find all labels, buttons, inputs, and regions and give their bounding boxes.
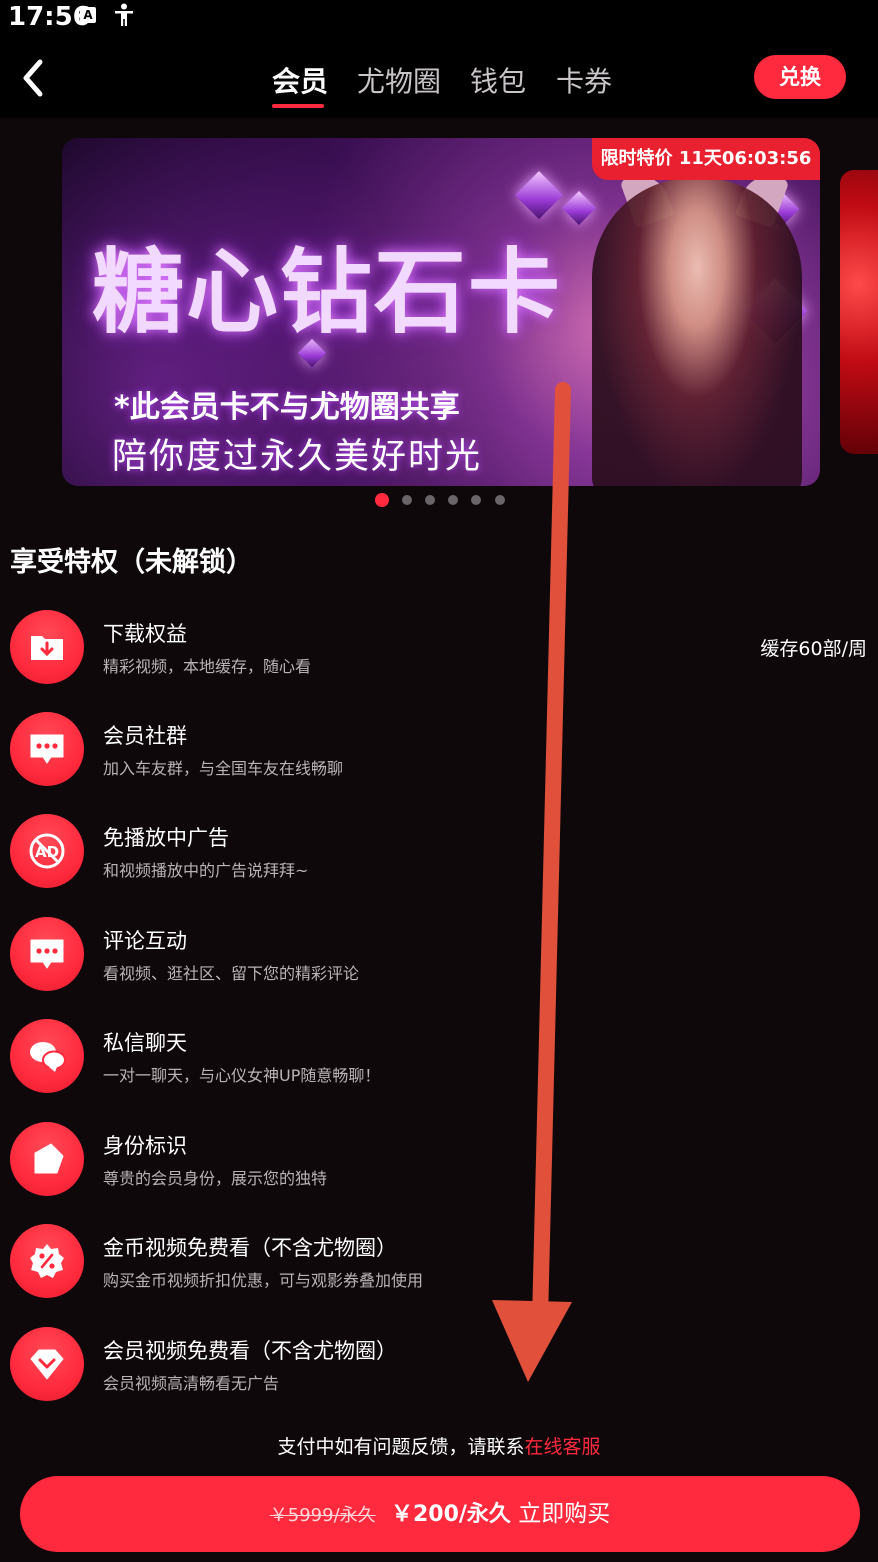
tab-wallet[interactable]: 钱包 (470, 60, 526, 100)
support-contact-line: 支付中如有问题反馈，请联系在线客服 (0, 1432, 878, 1459)
banner-subtitle-slogan: 陪你度过永久美好时光 (112, 437, 483, 477)
carousel-dot[interactable] (495, 495, 505, 505)
privilege-item-download[interactable]: 下载权益 精彩视频，本地缓存，随心看 缓存60部/周 (10, 610, 870, 690)
top-nav-bar: 会员 尤物圈 钱包 卡券 兑换 (0, 36, 878, 118)
tab-active-indicator (272, 104, 324, 108)
privilege-item-no-ads[interactable]: AD 免播放中广告 和视频播放中的广告说拜拜~ (10, 814, 870, 894)
privilege-item-coin-videos[interactable]: 金币视频免费看（不含尤物圈） 购买金币视频折扣优惠，可与观影券叠加使用 (10, 1224, 870, 1304)
privilege-desc: 购买金币视频折扣优惠，可与观影券叠加使用 (103, 1271, 424, 1290)
carousel-dot[interactable] (471, 495, 481, 505)
limited-offer-badge: 限时特价 11天06:03:56 (592, 138, 820, 180)
privilege-item-community[interactable]: 会员社群 加入车友群，与全国车友在线畅聊 (10, 712, 870, 792)
privilege-title: 下载权益 (103, 622, 187, 646)
buy-now-button[interactable]: ￥5999/永久 ￥200/永久 立即购买 (20, 1476, 860, 1552)
privilege-desc: 尊贵的会员身份，展示您的独特 (103, 1169, 328, 1188)
discount-icon (10, 1224, 84, 1298)
model-figure (592, 178, 802, 486)
carousel-dot-active[interactable] (375, 493, 389, 507)
chat-bubble-icon (10, 712, 84, 786)
privilege-desc: 和视频播放中的广告说拜拜~ (103, 861, 309, 880)
tab-coupons[interactable]: 卡券 (556, 60, 612, 100)
download-quota: 缓存60部/周 (760, 638, 867, 660)
privilege-title: 私信聊天 (103, 1031, 187, 1055)
carousel-indicator (0, 493, 878, 509)
carousel-dot[interactable] (448, 495, 458, 505)
privilege-title: 评论互动 (103, 929, 187, 953)
banner-title: 糖心钻石卡 (92, 238, 563, 346)
download-folder-icon (10, 610, 84, 684)
privilege-title: 身份标识 (103, 1134, 187, 1158)
comment-icon (10, 917, 84, 991)
sale-price: ￥200/永久 (390, 1502, 511, 1527)
carousel-dot[interactable] (425, 495, 435, 505)
tab-membership[interactable]: 会员 (272, 60, 328, 100)
privilege-item-comments[interactable]: 评论互动 看视频、逛社区、留下您的精彩评论 (10, 917, 870, 997)
privilege-desc: 加入车友群，与全国车友在线畅聊 (103, 759, 344, 778)
private-chat-icon (10, 1019, 84, 1093)
buy-now-label: 立即购买 (518, 1501, 611, 1527)
support-contact-text: 支付中如有问题反馈，请联系 (277, 1436, 525, 1458)
privilege-title: 金币视频免费看（不含尤物圈） (103, 1236, 397, 1260)
privileges-section-title: 享受特权（未解锁） (10, 547, 253, 578)
next-banner-preview[interactable] (840, 170, 878, 454)
status-bar: 17:56 A (0, 0, 878, 36)
a-badge-icon: A (80, 7, 96, 23)
privilege-title: 免播放中广告 (103, 826, 229, 850)
no-ad-icon: AD (10, 814, 84, 888)
membership-banner[interactable]: 糖心钻石卡 *此会员卡不与尤物圈共享 陪你度过永久美好时光 (62, 138, 820, 486)
banner-subtitle-note: *此会员卡不与尤物圈共享 (114, 390, 460, 425)
privilege-desc: 会员视频高清畅看无广告 (103, 1374, 280, 1393)
original-price: ￥5999/永久 (269, 1505, 376, 1526)
privilege-title: 会员社群 (103, 724, 187, 748)
privilege-title: 会员视频免费看（不含尤物圈） (103, 1339, 397, 1363)
privilege-desc: 看视频、逛社区、留下您的精彩评论 (103, 964, 360, 983)
carousel-dot[interactable] (402, 495, 412, 505)
chevron-left-icon (23, 59, 43, 97)
privilege-item-identity[interactable]: 身份标识 尊贵的会员身份，展示您的独特 (10, 1122, 870, 1202)
privilege-item-private-chat[interactable]: 私信聊天 一对一聊天，与心仪女神UP随意畅聊！ (10, 1019, 870, 1099)
online-support-link[interactable]: 在线客服 (525, 1436, 601, 1458)
accessibility-icon (114, 3, 134, 31)
status-time: 17:56 (8, 2, 91, 32)
privilege-desc: 一对一聊天，与心仪女神UP随意畅聊！ (103, 1066, 381, 1085)
identity-badge-icon (10, 1122, 84, 1196)
back-button[interactable] (14, 56, 54, 100)
redeem-button[interactable]: 兑换 (754, 55, 846, 99)
tab-youwuquan[interactable]: 尤物圈 (357, 60, 441, 100)
privilege-desc: 精彩视频，本地缓存，随心看 (103, 657, 312, 676)
diamond-icon (10, 1327, 84, 1401)
privilege-item-member-videos[interactable]: 会员视频免费看（不含尤物圈） 会员视频高清畅看无广告 (10, 1327, 870, 1407)
